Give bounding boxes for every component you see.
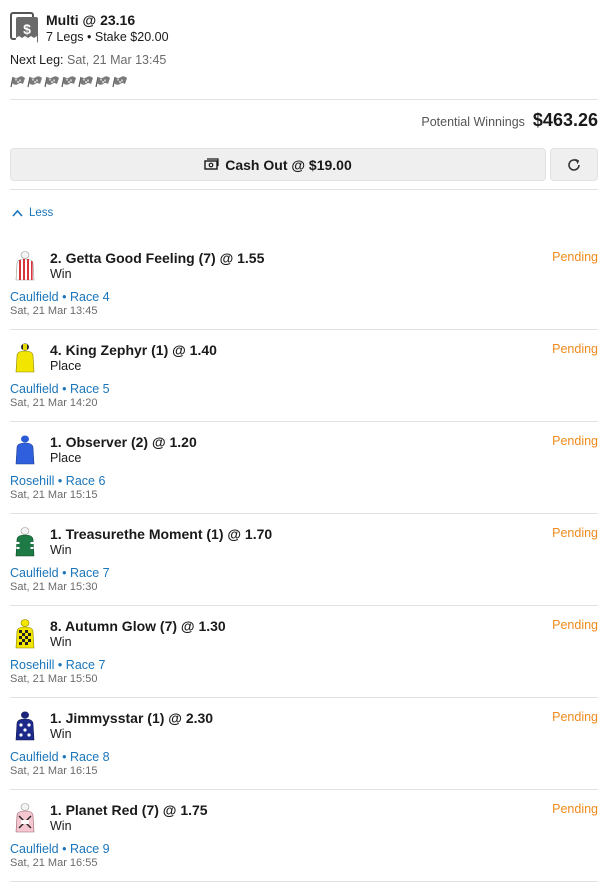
leg-bet-type: Win bbox=[50, 543, 72, 557]
leg-status: Pending bbox=[552, 802, 598, 816]
refresh-icon bbox=[568, 158, 580, 171]
cash-out-button[interactable]: Cash Out @ $19.00 bbox=[10, 148, 546, 181]
leg-venue-link[interactable]: Caulfield • Race 9 bbox=[10, 842, 110, 856]
bet-header: $ Multi @ 23.16 7 Legs • Stake $20.00 Ne… bbox=[10, 10, 600, 94]
leg-item: 1. Treasurethe Moment (1) @ 1.70 Win Pen… bbox=[10, 514, 598, 606]
chevron-up-icon bbox=[12, 209, 23, 217]
leg-venue-link[interactable]: Caulfield • Race 8 bbox=[10, 750, 110, 764]
leg-time: Sat, 21 Mar 13:45 bbox=[10, 305, 98, 317]
leg-item: 2. Getta Good Feeling (7) @ 1.55 Win Pen… bbox=[10, 238, 598, 330]
leg-time: Sat, 21 Mar 14:20 bbox=[10, 397, 98, 409]
leg-item: 4. King Zephyr (1) @ 1.40 Place Pending … bbox=[10, 330, 598, 422]
leg-time: Sat, 21 Mar 15:50 bbox=[10, 673, 98, 685]
checkered-flag-icon bbox=[61, 76, 76, 88]
leg-title: 1. Treasurethe Moment (1) @ 1.70 bbox=[50, 526, 273, 542]
leg-bet-type: Place bbox=[50, 359, 82, 373]
leg-title: 1. Planet Red (7) @ 1.75 bbox=[50, 802, 208, 818]
leg-item: 1. Planet Red (7) @ 1.75 Win Pending Cau… bbox=[10, 790, 598, 882]
leg-time: Sat, 21 Mar 16:55 bbox=[10, 857, 98, 869]
less-toggle[interactable]: Less bbox=[12, 207, 53, 219]
potential-winnings-amount: $463.26 bbox=[532, 110, 598, 130]
leg-status: Pending bbox=[552, 618, 598, 632]
leg-venue-link[interactable]: Caulfield • Race 5 bbox=[10, 382, 110, 396]
divider bbox=[10, 189, 598, 190]
leg-bet-type: Place bbox=[50, 451, 82, 465]
leg-venue-link[interactable]: Rosehill • Race 7 bbox=[10, 658, 105, 672]
leg-bet-type: Win bbox=[50, 819, 72, 833]
divider bbox=[10, 99, 598, 100]
leg-title: 8. Autumn Glow (7) @ 1.30 bbox=[50, 618, 226, 634]
leg-status: Pending bbox=[552, 526, 598, 540]
leg-status: Pending bbox=[552, 710, 598, 724]
checkered-flag-icon bbox=[10, 76, 25, 88]
next-leg-value: Sat, 21 Mar 13:45 bbox=[67, 53, 167, 67]
leg-item: 8. Autumn Glow (7) @ 1.30 Win Pending Ro… bbox=[10, 606, 598, 698]
leg-status: Pending bbox=[552, 342, 598, 356]
leg-bet-type: Win bbox=[50, 267, 72, 281]
checkered-flag-icon bbox=[78, 76, 93, 88]
leg-title: 4. King Zephyr (1) @ 1.40 bbox=[50, 342, 217, 358]
silk-red-white-stripes-icon bbox=[15, 251, 35, 281]
cash-out-icon bbox=[204, 158, 219, 170]
cash-out-label: Cash Out @ $19.00 bbox=[225, 156, 352, 173]
checkered-flag-icon bbox=[44, 76, 59, 88]
cash-bet-icon: $ bbox=[10, 12, 38, 43]
next-leg-label: Next Leg: bbox=[10, 53, 64, 67]
leg-progress-flags bbox=[10, 76, 128, 88]
leg-venue-link[interactable]: Caulfield • Race 7 bbox=[10, 566, 110, 580]
leg-title: 2. Getta Good Feeling (7) @ 1.55 bbox=[50, 250, 265, 266]
checkered-flag-icon bbox=[112, 76, 127, 88]
silk-navy-stars-icon bbox=[15, 711, 35, 741]
leg-status: Pending bbox=[552, 250, 598, 264]
refresh-button[interactable] bbox=[550, 148, 598, 181]
leg-title: 1. Jimmysstar (1) @ 2.30 bbox=[50, 710, 214, 726]
leg-venue-link[interactable]: Caulfield • Race 4 bbox=[10, 290, 110, 304]
leg-bet-type: Win bbox=[50, 727, 72, 741]
leg-status: Pending bbox=[552, 434, 598, 448]
potential-winnings-label: Potential Winnings bbox=[421, 115, 525, 129]
silk-green-white-icon bbox=[15, 527, 35, 557]
silk-yellow-icon bbox=[15, 343, 35, 373]
svg-text:$: $ bbox=[23, 21, 31, 37]
checkered-flag-icon bbox=[95, 76, 110, 88]
potential-winnings: Potential Winnings $463.26 bbox=[421, 110, 598, 131]
checkered-flag-icon bbox=[27, 76, 42, 88]
silk-blue-icon bbox=[15, 435, 35, 465]
legs-list: 2. Getta Good Feeling (7) @ 1.55 Win Pen… bbox=[10, 238, 598, 882]
next-leg: Next Leg: Sat, 21 Mar 13:45 bbox=[10, 53, 166, 67]
leg-bet-type: Win bbox=[50, 635, 72, 649]
leg-item: 1. Jimmysstar (1) @ 2.30 Win Pending Cau… bbox=[10, 698, 598, 790]
leg-time: Sat, 21 Mar 16:15 bbox=[10, 765, 98, 777]
silk-pink-white-icon bbox=[15, 803, 35, 833]
less-label: Less bbox=[29, 207, 54, 219]
leg-time: Sat, 21 Mar 15:30 bbox=[10, 581, 98, 593]
bet-subtitle: 7 Legs • Stake $20.00 bbox=[46, 30, 169, 44]
leg-item: 1. Observer (2) @ 1.20 Place Pending Ros… bbox=[10, 422, 598, 514]
leg-venue-link[interactable]: Rosehill • Race 6 bbox=[10, 474, 105, 488]
silk-yellow-checks-icon bbox=[15, 619, 35, 649]
leg-title: 1. Observer (2) @ 1.20 bbox=[50, 434, 197, 450]
leg-time: Sat, 21 Mar 15:15 bbox=[10, 489, 98, 501]
bet-title: Multi @ 23.16 bbox=[46, 12, 136, 28]
